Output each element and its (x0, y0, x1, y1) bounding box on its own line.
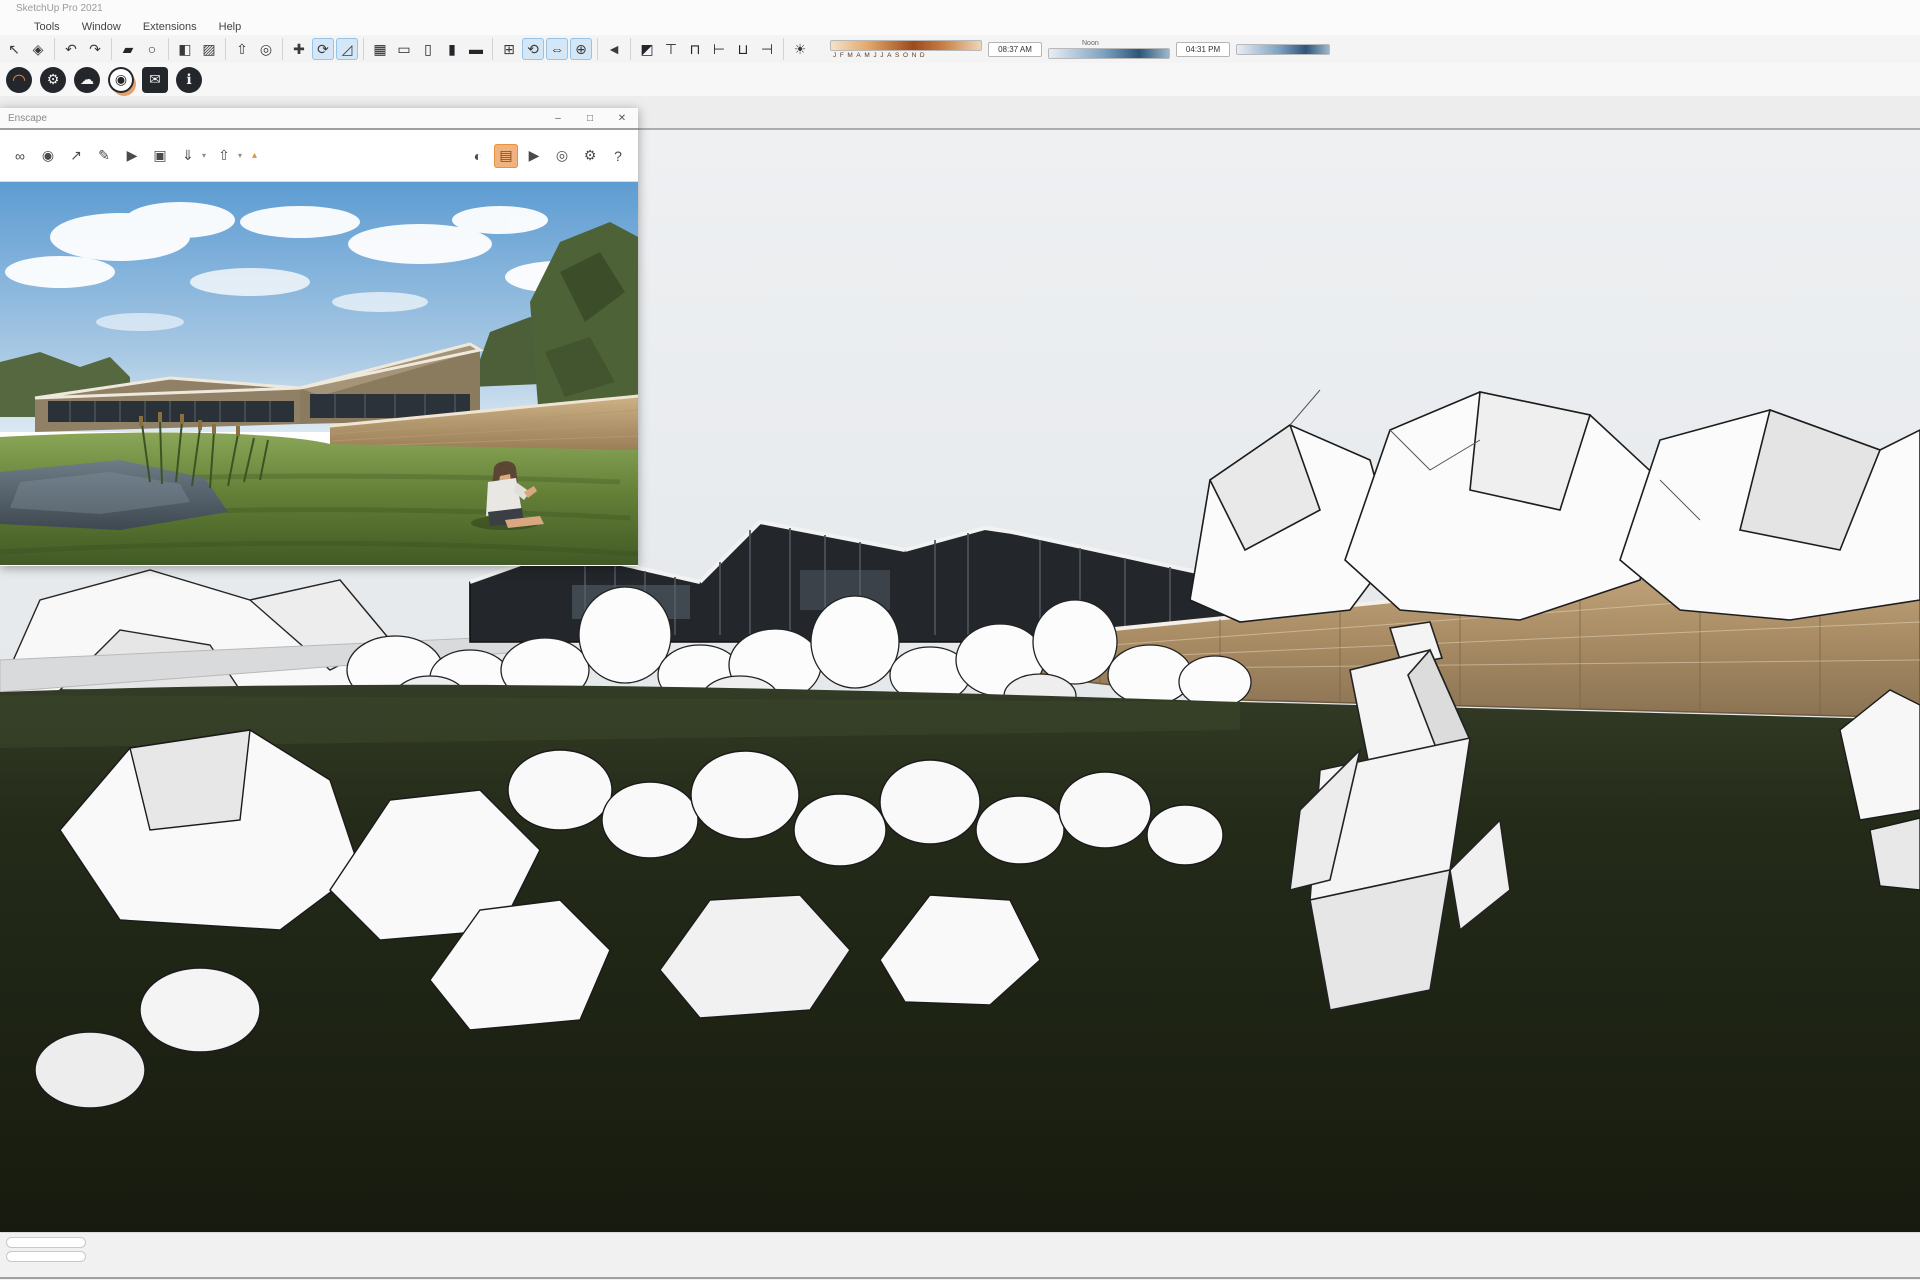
toolbar-separator (225, 38, 226, 60)
screenshot-icon[interactable]: ▣ (148, 144, 172, 168)
front-view-icon[interactable]: ⊓ (684, 38, 706, 60)
right-view-icon[interactable]: ⊢ (708, 38, 730, 60)
undo-icon[interactable]: ↶ (60, 38, 82, 60)
app-titlebar: SketchUp Pro 2021 (0, 0, 1920, 18)
enscape-about-icon[interactable]: ℹ (176, 67, 202, 93)
zoom-extents-icon[interactable]: ⊞ (498, 38, 520, 60)
shadow-time-slider[interactable] (1048, 48, 1170, 59)
back-view-icon[interactable]: ⊔ (732, 38, 754, 60)
panorama-icon[interactable]: ◐ (466, 144, 490, 168)
menu-window[interactable]: Window (82, 21, 121, 33)
shadow-date-slider[interactable] (830, 40, 982, 51)
saved-views-icon[interactable]: ∞ (8, 144, 32, 168)
scale-tool-icon[interactable]: ◿ (336, 38, 358, 60)
menu-bar: Tools Window Extensions Help (0, 18, 1920, 35)
render-scene (0, 182, 638, 565)
toolbar-collapse-caret[interactable]: ▴ (252, 150, 257, 161)
hidden-line-icon[interactable]: ▯ (417, 38, 439, 60)
measurement-box[interactable] (6, 1237, 86, 1248)
toolbar-separator (492, 38, 493, 60)
help-icon[interactable]: ? (606, 144, 630, 168)
status-bar (0, 1232, 1920, 1280)
paint-bucket-icon[interactable]: ◧ (174, 38, 196, 60)
back-edges-icon[interactable]: ▦ (369, 38, 391, 60)
scale-box[interactable] (6, 1251, 86, 1262)
enscape-feedback-icon[interactable]: ✉ (142, 67, 168, 93)
make-component-icon[interactable]: ◈ (27, 38, 49, 60)
toolbar-separator (597, 38, 598, 60)
enscape-start-icon[interactable]: ◠ (6, 67, 32, 93)
menu-tools[interactable]: Tools (34, 21, 60, 33)
video-render-icon[interactable]: ▶ (522, 144, 546, 168)
render-window-toolbar: ∞ ◉ ↗ ✎ ▶ ▣ ⇓ ▾ ⇧ ▾ ▴ ◐ ▤ ▶ ◎ ⚙ ? (0, 128, 638, 182)
enscape-cloud-icon[interactable]: ☁ (74, 67, 100, 93)
move-tool-icon[interactable]: ✚ (288, 38, 310, 60)
video-path-icon[interactable]: ▶ (120, 144, 144, 168)
export-dropdown-caret[interactable]: ▾ (238, 151, 242, 160)
materials-icon[interactable]: ▨ (198, 38, 220, 60)
shadow-darkness-slider[interactable] (1236, 44, 1330, 55)
walk-mode-icon[interactable]: ◉ (36, 144, 60, 168)
main-toolbar: ↖ ◈ ↶ ↷ ▰ ○ ◧ ▨ ⇧ ◎ ✚ ⟳ ◿ ▦ ▭ ▯ ▮ ▬ ⊞ ⟲ … (0, 35, 1920, 63)
toolbar-separator (54, 38, 55, 60)
previous-view-icon[interactable]: ◄ (603, 38, 625, 60)
enscape-objects-icon[interactable]: ◉ (108, 67, 134, 93)
sketch-pen-icon[interactable]: ✎ (92, 144, 116, 168)
shadow-time-late-box[interactable]: 04:31 PM (1176, 42, 1230, 57)
push-pull-icon[interactable]: ⇧ (231, 38, 253, 60)
top-view-icon[interactable]: ⊤ (660, 38, 682, 60)
close-button[interactable]: ✕ (606, 108, 638, 128)
fly-mode-icon[interactable]: ↗ (64, 144, 88, 168)
render-viewport[interactable] (0, 182, 638, 565)
eraser-icon[interactable]: ▰ (117, 38, 139, 60)
shadow-settings-toolbar: JFMAMJJASOND 08:37 AM Noon 04:31 PM (830, 40, 1330, 59)
render-window-titlebar[interactable]: Enscape – □ ✕ (0, 108, 638, 128)
rotate-tool-icon[interactable]: ⟳ (312, 38, 334, 60)
render-window-title: Enscape (8, 113, 47, 124)
save-view-dropdown-caret[interactable]: ▾ (202, 151, 206, 160)
enscape-render-window: Enscape – □ ✕ ∞ ◉ ↗ ✎ ▶ ▣ ⇓ ▾ ⇧ ▾ ▴ ◐ ▤ … (0, 108, 638, 566)
export-icon[interactable]: ⇧ (212, 144, 236, 168)
shadow-noon-label: Noon (1048, 40, 1170, 47)
monochrome-icon[interactable]: ▬ (465, 38, 487, 60)
zoom-icon[interactable]: ⊕ (570, 38, 592, 60)
redo-icon[interactable]: ↷ (84, 38, 106, 60)
pan-icon[interactable]: ⇔ (546, 38, 568, 60)
shadow-time-early-box[interactable]: 08:37 AM (988, 42, 1042, 57)
toolbar-separator (111, 38, 112, 60)
toolbar-separator (363, 38, 364, 60)
status-bar-divider (0, 1277, 1920, 1279)
select-tool-icon[interactable]: ↖ (3, 38, 25, 60)
menu-help[interactable]: Help (219, 21, 242, 33)
enscape-plugin-toolbar: ◠ ⚙ ☁ ◉ ✉ ℹ (0, 63, 1920, 96)
toolbar-separator (282, 38, 283, 60)
save-view-icon[interactable]: ⇓ (176, 144, 200, 168)
toolbar-separator (168, 38, 169, 60)
enscape-settings-icon[interactable]: ⚙ (40, 67, 66, 93)
toolbar-separator (783, 38, 784, 60)
shadows-toggle-icon[interactable]: ☀ (789, 38, 811, 60)
shadow-month-ticks: JFMAMJJASOND (830, 52, 982, 59)
menu-extensions[interactable]: Extensions (143, 21, 197, 33)
toolbar-separator (630, 38, 631, 60)
iso-view-icon[interactable]: ◩ (636, 38, 658, 60)
orbit-icon[interactable]: ⟲ (522, 38, 544, 60)
collaboration-icon[interactable]: ◎ (550, 144, 574, 168)
render-image-icon[interactable]: ▤ (494, 144, 518, 168)
render-settings-icon[interactable]: ⚙ (578, 144, 602, 168)
minimize-button[interactable]: – (542, 108, 574, 128)
left-view-icon[interactable]: ⊣ (756, 38, 778, 60)
shaded-icon[interactable]: ▮ (441, 38, 463, 60)
circle-tool-icon[interactable]: ○ (141, 38, 163, 60)
wireframe-icon[interactable]: ▭ (393, 38, 415, 60)
maximize-button[interactable]: □ (574, 108, 606, 128)
app-title: SketchUp Pro 2021 (16, 3, 103, 14)
offset-tool-icon[interactable]: ◎ (255, 38, 277, 60)
